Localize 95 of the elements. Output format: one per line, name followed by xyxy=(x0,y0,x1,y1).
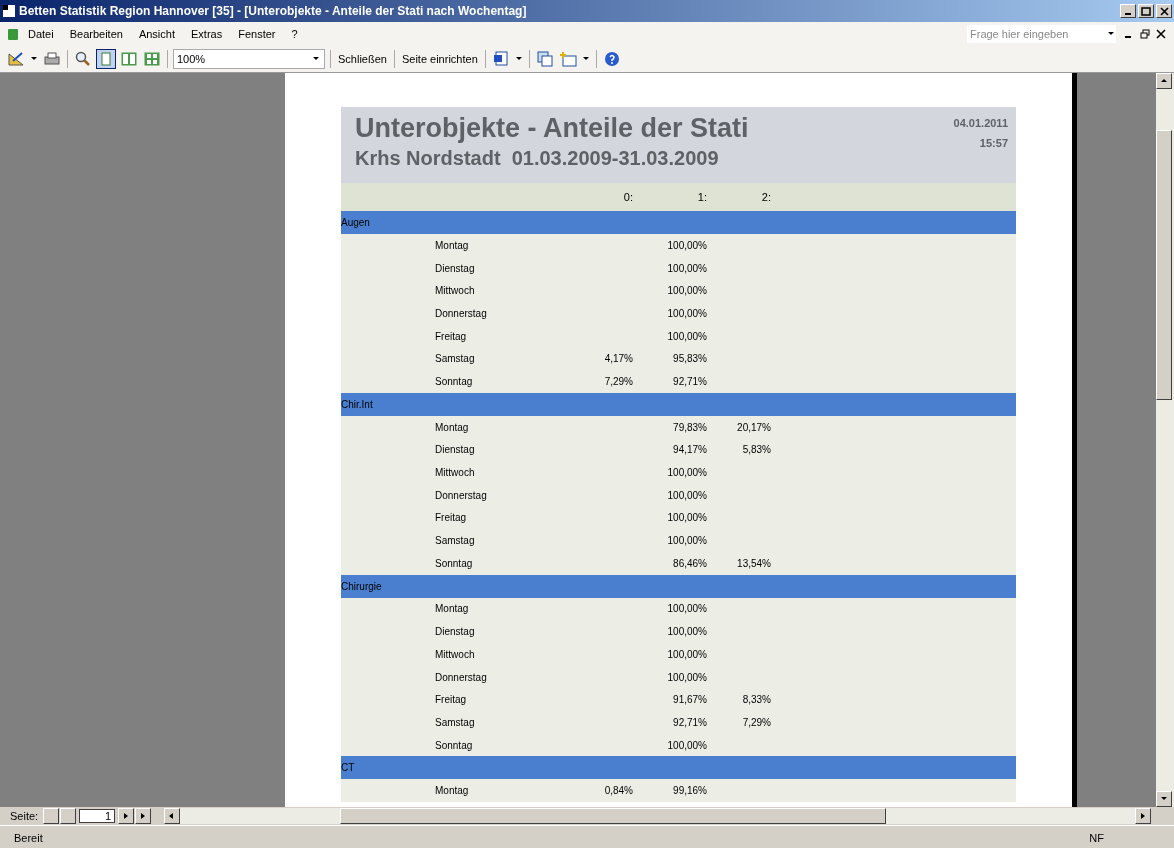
menu-item[interactable]: Bearbeiten xyxy=(61,28,131,40)
status-text: Bereit xyxy=(14,832,43,844)
page-number-field[interactable]: 1 xyxy=(79,809,116,823)
previous-page-button[interactable] xyxy=(60,808,77,824)
maximize-icon xyxy=(1141,6,1151,16)
report-subtitle: Krhs Nordstadt 01.03.2009-31.03.2009 xyxy=(355,147,720,170)
share-cell-text: 100,00% xyxy=(666,239,708,251)
share-cell-text: 0,84% xyxy=(603,785,634,797)
share-cell-text: 95,83% xyxy=(672,353,708,365)
help-search-field[interactable]: Frage hier eingeben xyxy=(967,25,1116,43)
weekday-cell-text: Mittwoch xyxy=(435,467,476,479)
weekday-cell-text: Freitag xyxy=(435,694,468,706)
weekday-cell-text: Montag xyxy=(435,421,470,433)
report-date: 04.01.2011 xyxy=(953,116,1008,131)
weekday-cell-text: Montag xyxy=(435,239,470,251)
menu-item[interactable]: Datei xyxy=(20,28,62,40)
close-preview-button[interactable]: Schließen xyxy=(336,53,389,65)
restore-icon[interactable] xyxy=(1140,29,1150,39)
column-header: 0: xyxy=(622,191,634,203)
share-cell-text: 100,00% xyxy=(666,330,708,342)
group-header: Chirurgie xyxy=(341,574,1016,598)
share-cell-text: 99,16% xyxy=(672,785,708,797)
share-cell-text: 20,17% xyxy=(736,421,772,433)
close-button[interactable] xyxy=(1156,4,1172,18)
weekday-cell-text: Dienstag xyxy=(435,626,476,638)
group-header: CT xyxy=(341,756,1016,780)
group-header: Augen xyxy=(341,211,1016,234)
window-title: Betten Statistik Region Hannover [35] - [Unterobjekte - Anteile der Stati nach Wochentag] xyxy=(19,4,528,18)
page-label: Seite: xyxy=(10,810,39,822)
design-view-icon[interactable] xyxy=(6,49,26,69)
menu-item[interactable]: Extras xyxy=(183,28,231,40)
weekday-cell-text: Montag xyxy=(435,603,470,615)
weekday-cell-text: Donnerstag xyxy=(435,671,488,683)
share-cell-text: 92,71% xyxy=(672,716,708,728)
share-cell-text: 4,17% xyxy=(603,353,634,365)
weekday-cell-text: Donnerstag xyxy=(435,307,488,319)
report-time: 15:57 xyxy=(978,136,1008,151)
weekday-cell-text: Samstag xyxy=(435,353,476,365)
one-page-icon[interactable] xyxy=(96,49,116,69)
maximize-button[interactable] xyxy=(1138,4,1154,18)
share-cell-text: 100,00% xyxy=(666,603,708,615)
share-cell-text: 100,00% xyxy=(666,535,708,547)
group-header: Chir.Int xyxy=(341,392,1016,416)
weekday-cell-text: Samstag xyxy=(435,535,476,547)
share-cell-text: 100,00% xyxy=(666,671,708,683)
share-cell-text: 100,00% xyxy=(666,739,708,751)
report-title: Unterobjekte - Anteile der Stati xyxy=(355,113,749,144)
status-indicator: NF xyxy=(1089,832,1104,844)
app-icon xyxy=(2,4,16,18)
weekday-cell-text: Mittwoch xyxy=(435,285,476,297)
weekday-cell-text: Montag xyxy=(435,785,470,797)
last-page-button[interactable] xyxy=(135,808,152,824)
page-setup-button[interactable]: Seite einrichten xyxy=(399,53,480,65)
weekday-cell-text: Freitag xyxy=(435,330,468,342)
share-cell-text: 79,83% xyxy=(672,421,708,433)
share-cell-text: 92,71% xyxy=(672,375,708,387)
menu-item[interactable]: Fenster xyxy=(230,28,284,40)
share-cell-text: 86,46% xyxy=(672,557,708,569)
close-icon xyxy=(1159,6,1169,16)
share-cell-text: 91,67% xyxy=(672,694,708,706)
share-cell-text: 7,29% xyxy=(603,375,634,387)
weekday-cell-text: Sonntag xyxy=(435,375,474,387)
share-cell-text: 7,29% xyxy=(741,716,772,728)
new-object-icon[interactable] xyxy=(557,49,578,69)
share-cell-text: 13,54% xyxy=(736,557,772,569)
weekday-cell-text: Donnerstag xyxy=(435,489,488,501)
menu-item[interactable]: Ansicht xyxy=(130,28,183,40)
database-window-icon[interactable] xyxy=(534,49,555,69)
share-cell-text: 100,00% xyxy=(666,307,708,319)
weekday-cell-text: Freitag xyxy=(435,512,468,524)
column-header: 1: xyxy=(696,191,708,203)
share-cell-text: 100,00% xyxy=(666,648,708,660)
next-page-button[interactable] xyxy=(118,808,135,824)
menu-item[interactable]: ? xyxy=(283,28,306,40)
weekday-cell-text: Dienstag xyxy=(435,444,476,456)
zoom-dropdown[interactable]: 100% xyxy=(173,49,325,69)
share-cell-text: 100,00% xyxy=(666,467,708,479)
weekday-cell-text: Samstag xyxy=(435,716,476,728)
weekday-cell-text: Dienstag xyxy=(435,262,476,274)
weekday-cell-text: Sonntag xyxy=(435,557,474,569)
share-cell-text: 100,00% xyxy=(666,489,708,501)
share-cell-text: 100,00% xyxy=(666,626,708,638)
share-cell-text: 100,00% xyxy=(666,512,708,524)
weekday-cell-text: Mittwoch xyxy=(435,648,476,660)
database-icon xyxy=(6,27,20,41)
column-header: 2: xyxy=(760,191,772,203)
share-cell-text: 5,83% xyxy=(741,444,772,456)
share-cell-text: 100,00% xyxy=(666,285,708,297)
minimize-button[interactable] xyxy=(1120,4,1136,18)
share-cell-text: 100,00% xyxy=(666,262,708,274)
share-cell-text: 94,17% xyxy=(672,444,708,456)
share-cell-text: 8,33% xyxy=(741,694,772,706)
close-icon[interactable] xyxy=(1156,29,1166,39)
first-page-button[interactable] xyxy=(43,808,60,824)
weekday-cell-text: Sonntag xyxy=(435,739,474,751)
